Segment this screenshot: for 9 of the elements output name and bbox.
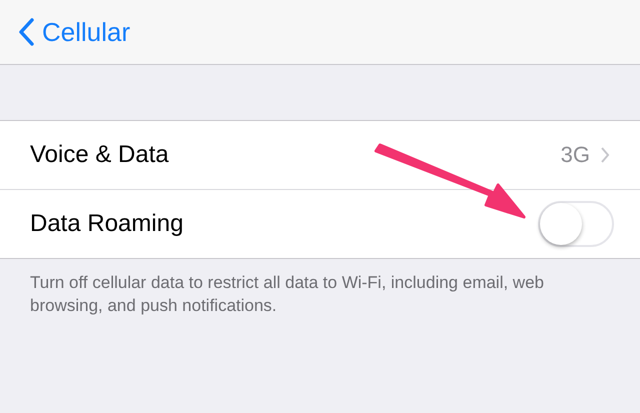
row-label: Data Roaming	[30, 210, 184, 238]
footer-note: Turn off cellular data to restrict all data to Wi-Fi, including email, web browsing, and push notifications.	[30, 272, 545, 317]
detail-value[interactable]: 3G	[560, 142, 610, 168]
back-button[interactable]: Cellular	[18, 16, 130, 48]
row-label: Voice & Data	[30, 141, 169, 169]
toggle-switch[interactable]	[538, 201, 614, 247]
back-chevron-icon	[18, 18, 34, 46]
chevron-icon	[600, 146, 610, 164]
arrow-icon	[372, 143, 528, 221]
